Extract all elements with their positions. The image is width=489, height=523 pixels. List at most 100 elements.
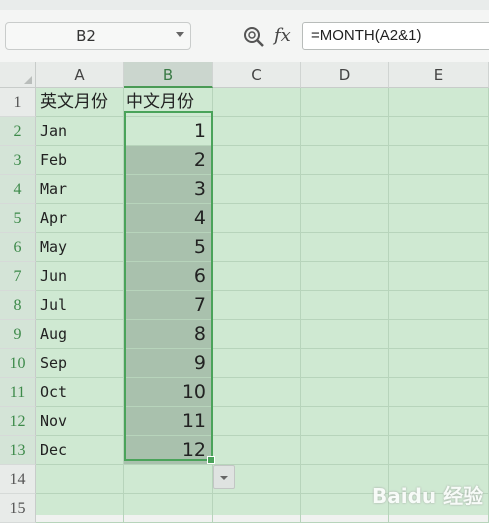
cell-c8[interactable] xyxy=(213,291,301,320)
cell-b3[interactable]: 2 xyxy=(124,146,213,175)
cell-a7[interactable]: Jun xyxy=(36,262,124,291)
cell-e7[interactable] xyxy=(389,262,489,291)
cell-e12[interactable] xyxy=(389,407,489,436)
cell-c7[interactable] xyxy=(213,262,301,291)
cell-d5[interactable] xyxy=(301,204,389,233)
cell-d6[interactable] xyxy=(301,233,389,262)
cell-b10[interactable]: 9 xyxy=(124,349,213,378)
cell-c13[interactable] xyxy=(213,436,301,465)
cell-e1[interactable] xyxy=(389,88,489,117)
cell-a15[interactable] xyxy=(36,494,124,523)
row-header-3[interactable]: 3 xyxy=(0,146,36,175)
cell-a10[interactable]: Sep xyxy=(36,349,124,378)
row-header-14[interactable]: 14 xyxy=(0,465,36,494)
cell-a14[interactable] xyxy=(36,465,124,494)
watermark-logo: Baidu 经验 xyxy=(372,484,484,508)
cell-d9[interactable] xyxy=(301,320,389,349)
cell-b14[interactable] xyxy=(124,465,213,494)
name-box[interactable]: B2 xyxy=(5,22,191,50)
row-header-1[interactable]: 1 xyxy=(0,88,36,117)
row-header-6[interactable]: 6 xyxy=(0,233,36,262)
select-all-corner[interactable] xyxy=(0,62,36,88)
column-header-b[interactable]: B xyxy=(124,62,213,88)
cell-a1[interactable]: 英文月份 xyxy=(36,88,124,117)
cell-c15[interactable] xyxy=(213,494,301,523)
cell-c10[interactable] xyxy=(213,349,301,378)
cell-d4[interactable] xyxy=(301,175,389,204)
column-header-d[interactable]: D xyxy=(301,62,389,88)
cell-d3[interactable] xyxy=(301,146,389,175)
cell-e9[interactable] xyxy=(389,320,489,349)
cell-b11[interactable]: 10 xyxy=(124,378,213,407)
row-header-8[interactable]: 8 xyxy=(0,291,36,320)
cell-b12[interactable]: 11 xyxy=(124,407,213,436)
cell-a4[interactable]: Mar xyxy=(36,175,124,204)
row-header-12[interactable]: 12 xyxy=(0,407,36,436)
row-header-7[interactable]: 7 xyxy=(0,262,36,291)
column-header-c[interactable]: C xyxy=(213,62,301,88)
cell-a2[interactable]: Jan xyxy=(36,117,124,146)
fx-icon[interactable]: fx xyxy=(274,25,291,46)
row-header-9[interactable]: 9 xyxy=(0,320,36,349)
cell-b13[interactable]: 12 xyxy=(124,436,213,465)
autofill-options-button[interactable] xyxy=(213,465,235,489)
cell-b2[interactable]: 1 xyxy=(124,117,213,146)
cell-e4[interactable] xyxy=(389,175,489,204)
cell-d7[interactable] xyxy=(301,262,389,291)
formula-input[interactable]: =MONTH(A2&1) xyxy=(302,22,489,50)
cell-b8[interactable]: 7 xyxy=(124,291,213,320)
cell-b15[interactable] xyxy=(124,494,213,523)
cell-b4[interactable]: 3 xyxy=(124,175,213,204)
cell-b1[interactable]: 中文月份 xyxy=(124,88,213,117)
cell-d12[interactable] xyxy=(301,407,389,436)
cell-a6[interactable]: May xyxy=(36,233,124,262)
row-header-11[interactable]: 11 xyxy=(0,378,36,407)
cell-b6[interactable]: 5 xyxy=(124,233,213,262)
cell-c3[interactable] xyxy=(213,146,301,175)
cell-e11[interactable] xyxy=(389,378,489,407)
cell-e2[interactable] xyxy=(389,117,489,146)
column-header-e[interactable]: E xyxy=(389,62,489,88)
cell-b9[interactable]: 8 xyxy=(124,320,213,349)
cell-e5[interactable] xyxy=(389,204,489,233)
row-header-2[interactable]: 2 xyxy=(0,117,36,146)
cell-c1[interactable] xyxy=(213,88,301,117)
cell-c5[interactable] xyxy=(213,204,301,233)
cell-c9[interactable] xyxy=(213,320,301,349)
cell-e8[interactable] xyxy=(389,291,489,320)
cell-a9[interactable]: Aug xyxy=(36,320,124,349)
cell-d11[interactable] xyxy=(301,378,389,407)
cell-c6[interactable] xyxy=(213,233,301,262)
cell-c12[interactable] xyxy=(213,407,301,436)
cell-c11[interactable] xyxy=(213,378,301,407)
cell-d10[interactable] xyxy=(301,349,389,378)
spreadsheet-grid: A B C D E 1 英文月份 中文月份 2 Jan 1 3 Feb 2 4 Mar 3 5 Apr 4 6 May 5 7… xyxy=(0,62,489,523)
row-header-13[interactable]: 13 xyxy=(0,436,36,465)
row-header-10[interactable]: 10 xyxy=(0,349,36,378)
row-header-15[interactable]: 15 xyxy=(0,494,36,523)
cell-a12[interactable]: Nov xyxy=(36,407,124,436)
cell-a13[interactable]: Dec xyxy=(36,436,124,465)
cell-c4[interactable] xyxy=(213,175,301,204)
cell-d8[interactable] xyxy=(301,291,389,320)
cell-e13[interactable] xyxy=(389,436,489,465)
cell-a8[interactable]: Jul xyxy=(36,291,124,320)
cell-e6[interactable] xyxy=(389,233,489,262)
cell-b7[interactable]: 6 xyxy=(124,262,213,291)
cell-e10[interactable] xyxy=(389,349,489,378)
row-header-5[interactable]: 5 xyxy=(0,204,36,233)
cell-a5[interactable]: Apr xyxy=(36,204,124,233)
cell-a11[interactable]: Oct xyxy=(36,378,124,407)
fill-handle[interactable] xyxy=(207,456,215,464)
cell-d2[interactable] xyxy=(301,117,389,146)
cell-d1[interactable] xyxy=(301,88,389,117)
cell-d13[interactable] xyxy=(301,436,389,465)
row-header-4[interactable]: 4 xyxy=(0,175,36,204)
cell-b5[interactable]: 4 xyxy=(124,204,213,233)
cell-a3[interactable]: Feb xyxy=(36,146,124,175)
zoom-icon[interactable] xyxy=(243,26,265,48)
cell-c2[interactable] xyxy=(213,117,301,146)
cell-e3[interactable] xyxy=(389,146,489,175)
column-header-a[interactable]: A xyxy=(36,62,124,88)
chevron-down-icon[interactable] xyxy=(176,32,184,37)
